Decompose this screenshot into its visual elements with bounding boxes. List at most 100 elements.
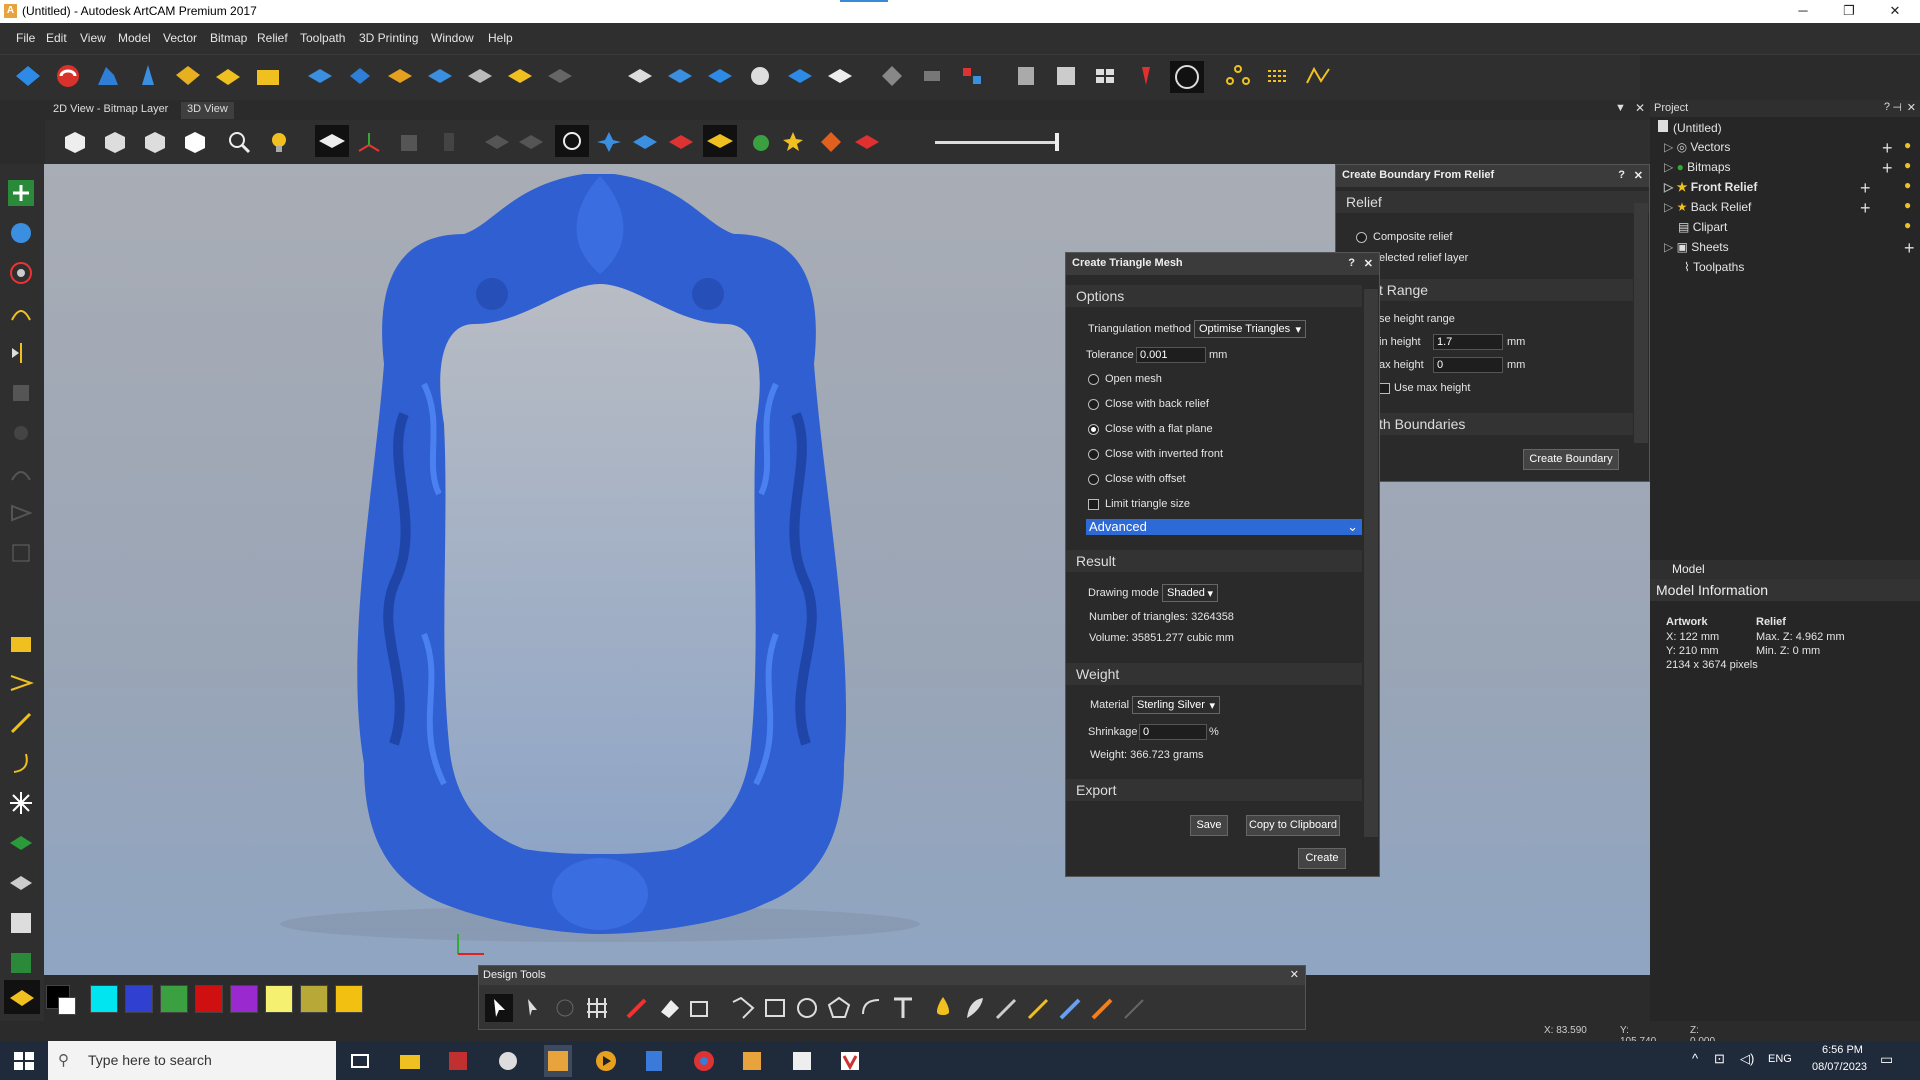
select-arrow-icon[interactable]	[485, 994, 513, 1022]
transform-icon[interactable]	[551, 994, 579, 1022]
ctm-result-section[interactable]: Result	[1066, 550, 1362, 572]
back-bulb-icon[interactable]: ●	[1904, 198, 1911, 212]
dim-curve-icon[interactable]	[8, 460, 34, 486]
close-icon[interactable]: ✕	[1872, 0, 1918, 23]
task-view-icon[interactable]	[348, 1049, 372, 1073]
blue-star-icon[interactable]	[595, 129, 623, 155]
tree-item-clipart[interactable]: ▤ Clipart	[1678, 220, 1727, 234]
tool-app-icon[interactable]	[790, 1049, 814, 1073]
cube-view-iso-icon[interactable]	[61, 129, 89, 155]
shadow-icon[interactable]	[395, 129, 423, 155]
tree-item-front-relief[interactable]: ▷ ★ Front Relief	[1664, 180, 1757, 194]
hook-icon[interactable]	[8, 750, 34, 776]
square-tool-icon[interactable]	[8, 380, 34, 406]
relief-merge-icon[interactable]	[346, 63, 374, 89]
ctm-scrollbar[interactable]	[1364, 289, 1378, 837]
menu-view[interactable]: View	[80, 31, 106, 45]
create-boundary-button[interactable]: Create Boundary	[1523, 449, 1619, 470]
chrome-icon[interactable]	[692, 1049, 716, 1073]
tile-icon[interactable]	[1092, 63, 1120, 89]
cb-range-section[interactable]: t Range	[1336, 279, 1633, 301]
active-layer-icon[interactable]	[4, 980, 40, 1014]
fill-brush-icon[interactable]	[1089, 994, 1117, 1022]
grid-sheet-icon[interactable]	[8, 950, 34, 976]
ctm-drawing-mode-dropdown[interactable]: Shaded ▾	[1162, 584, 1218, 602]
tab-2d-view[interactable]: 2D View - Bitmap Layer	[47, 102, 174, 119]
stack-layer-icon[interactable]	[8, 870, 34, 896]
arc-icon[interactable]	[857, 994, 885, 1022]
relief-stack-icon[interactable]	[386, 63, 414, 89]
menu-vector[interactable]: Vector	[163, 31, 197, 45]
tree-item-bitmaps[interactable]: ▷ ● Bitmaps	[1664, 160, 1731, 174]
feather-icon[interactable]	[961, 994, 989, 1022]
measure-icon[interactable]	[1012, 63, 1040, 89]
cb-relief-section[interactable]: Relief	[1336, 191, 1649, 213]
menu-3d-printing[interactable]: 3D Printing	[359, 31, 418, 45]
cb-max-height-input[interactable]: 0	[1433, 357, 1503, 373]
drop-icon[interactable]	[929, 994, 957, 1022]
ctm-close-flat-radio[interactable]	[1088, 424, 1099, 435]
relief-spike-icon[interactable]	[134, 63, 162, 89]
ctm-close-icon[interactable]: ✕	[1364, 257, 1373, 270]
menu-toolpath[interactable]: Toolpath	[300, 31, 345, 45]
cube-view-front-icon[interactable]	[101, 129, 129, 155]
pin-icon[interactable]	[1132, 63, 1160, 89]
ctm-method-dropdown[interactable]: Optimise Triangles ▾	[1194, 320, 1306, 338]
relief-layers-icon[interactable]	[826, 63, 854, 89]
relief-shape-icon[interactable]	[94, 63, 122, 89]
menu-relief[interactable]: Relief	[257, 31, 288, 45]
red-pen-icon[interactable]	[623, 994, 651, 1022]
language-indicator[interactable]: ENG	[1768, 1053, 1792, 1065]
cube-view-top-icon[interactable]	[181, 129, 209, 155]
panel-icon[interactable]	[1052, 63, 1080, 89]
relief-wave-icon[interactable]	[626, 63, 654, 89]
cb-use-max-height-checkbox[interactable]	[1379, 383, 1390, 394]
ctm-close-inverted-radio[interactable]	[1088, 449, 1099, 460]
circle-icon[interactable]	[793, 994, 821, 1022]
tree-item-toolpaths[interactable]: ⌇ Toolpaths	[1684, 260, 1744, 274]
relief-smile-icon[interactable]	[746, 63, 774, 89]
add-back-relief-icon[interactable]: +	[1860, 198, 1871, 219]
wand-icon[interactable]	[8, 710, 34, 736]
ctm-export-section[interactable]: Export	[1066, 779, 1362, 801]
axes-icon[interactable]	[355, 129, 383, 155]
tray-chevron-icon[interactable]: ^	[1692, 1051, 1698, 1066]
gray-brush-icon[interactable]	[1121, 994, 1149, 1022]
folder-star-icon[interactable]	[8, 630, 34, 656]
color-swatch[interactable]	[300, 985, 328, 1013]
gray-layer-icon[interactable]	[483, 129, 511, 155]
cube-view-side-icon[interactable]	[141, 129, 169, 155]
ctm-create-button[interactable]: Create	[1298, 848, 1346, 869]
ctm-save-button[interactable]: Save	[1190, 815, 1228, 836]
relief-sculpt-icon[interactable]	[706, 63, 734, 89]
polygon-icon[interactable]	[825, 994, 853, 1022]
mirror-icon[interactable]	[8, 340, 34, 366]
split-icon[interactable]	[958, 63, 986, 89]
ctm-open-mesh-radio[interactable]	[1088, 374, 1099, 385]
cylinder-icon[interactable]	[435, 129, 463, 155]
tab-3d-view[interactable]: 3D View	[181, 102, 234, 119]
ctm-material-dropdown[interactable]: Sterling Silver ▾	[1132, 696, 1220, 714]
vector-bulb-icon[interactable]: ●	[1904, 138, 1911, 152]
calculator-icon[interactable]	[642, 1049, 666, 1073]
file-explorer-icon[interactable]	[398, 1049, 422, 1073]
color-swatch[interactable]	[195, 985, 223, 1013]
relief-smooth-icon[interactable]	[506, 63, 534, 89]
close-design-tools-icon[interactable]: ✕	[1290, 968, 1299, 981]
taskbar-search-input[interactable]: Type here to search	[48, 1041, 336, 1080]
color-diamond-icon[interactable]	[817, 129, 845, 155]
texture-icon[interactable]	[174, 63, 202, 89]
relief-diamond-icon[interactable]	[14, 63, 42, 89]
clock-time[interactable]: 6:56 PM	[1822, 1044, 1863, 1056]
zoom-icon[interactable]	[225, 129, 253, 155]
dim-tool-icon[interactable]	[8, 420, 34, 446]
rectangle-icon[interactable]	[761, 994, 789, 1022]
relief-offset-icon[interactable]	[466, 63, 494, 89]
relief-fade-icon[interactable]	[546, 63, 574, 89]
restore-icon[interactable]: ❐	[1826, 0, 1872, 23]
diamond-gray-icon[interactable]	[878, 63, 906, 89]
clip-icon[interactable]	[918, 63, 946, 89]
zoom-slider-handle[interactable]	[1055, 133, 1059, 151]
cb-close-icon[interactable]: ✕	[1634, 169, 1643, 182]
add-vector-icon[interactable]: +	[1882, 138, 1893, 159]
